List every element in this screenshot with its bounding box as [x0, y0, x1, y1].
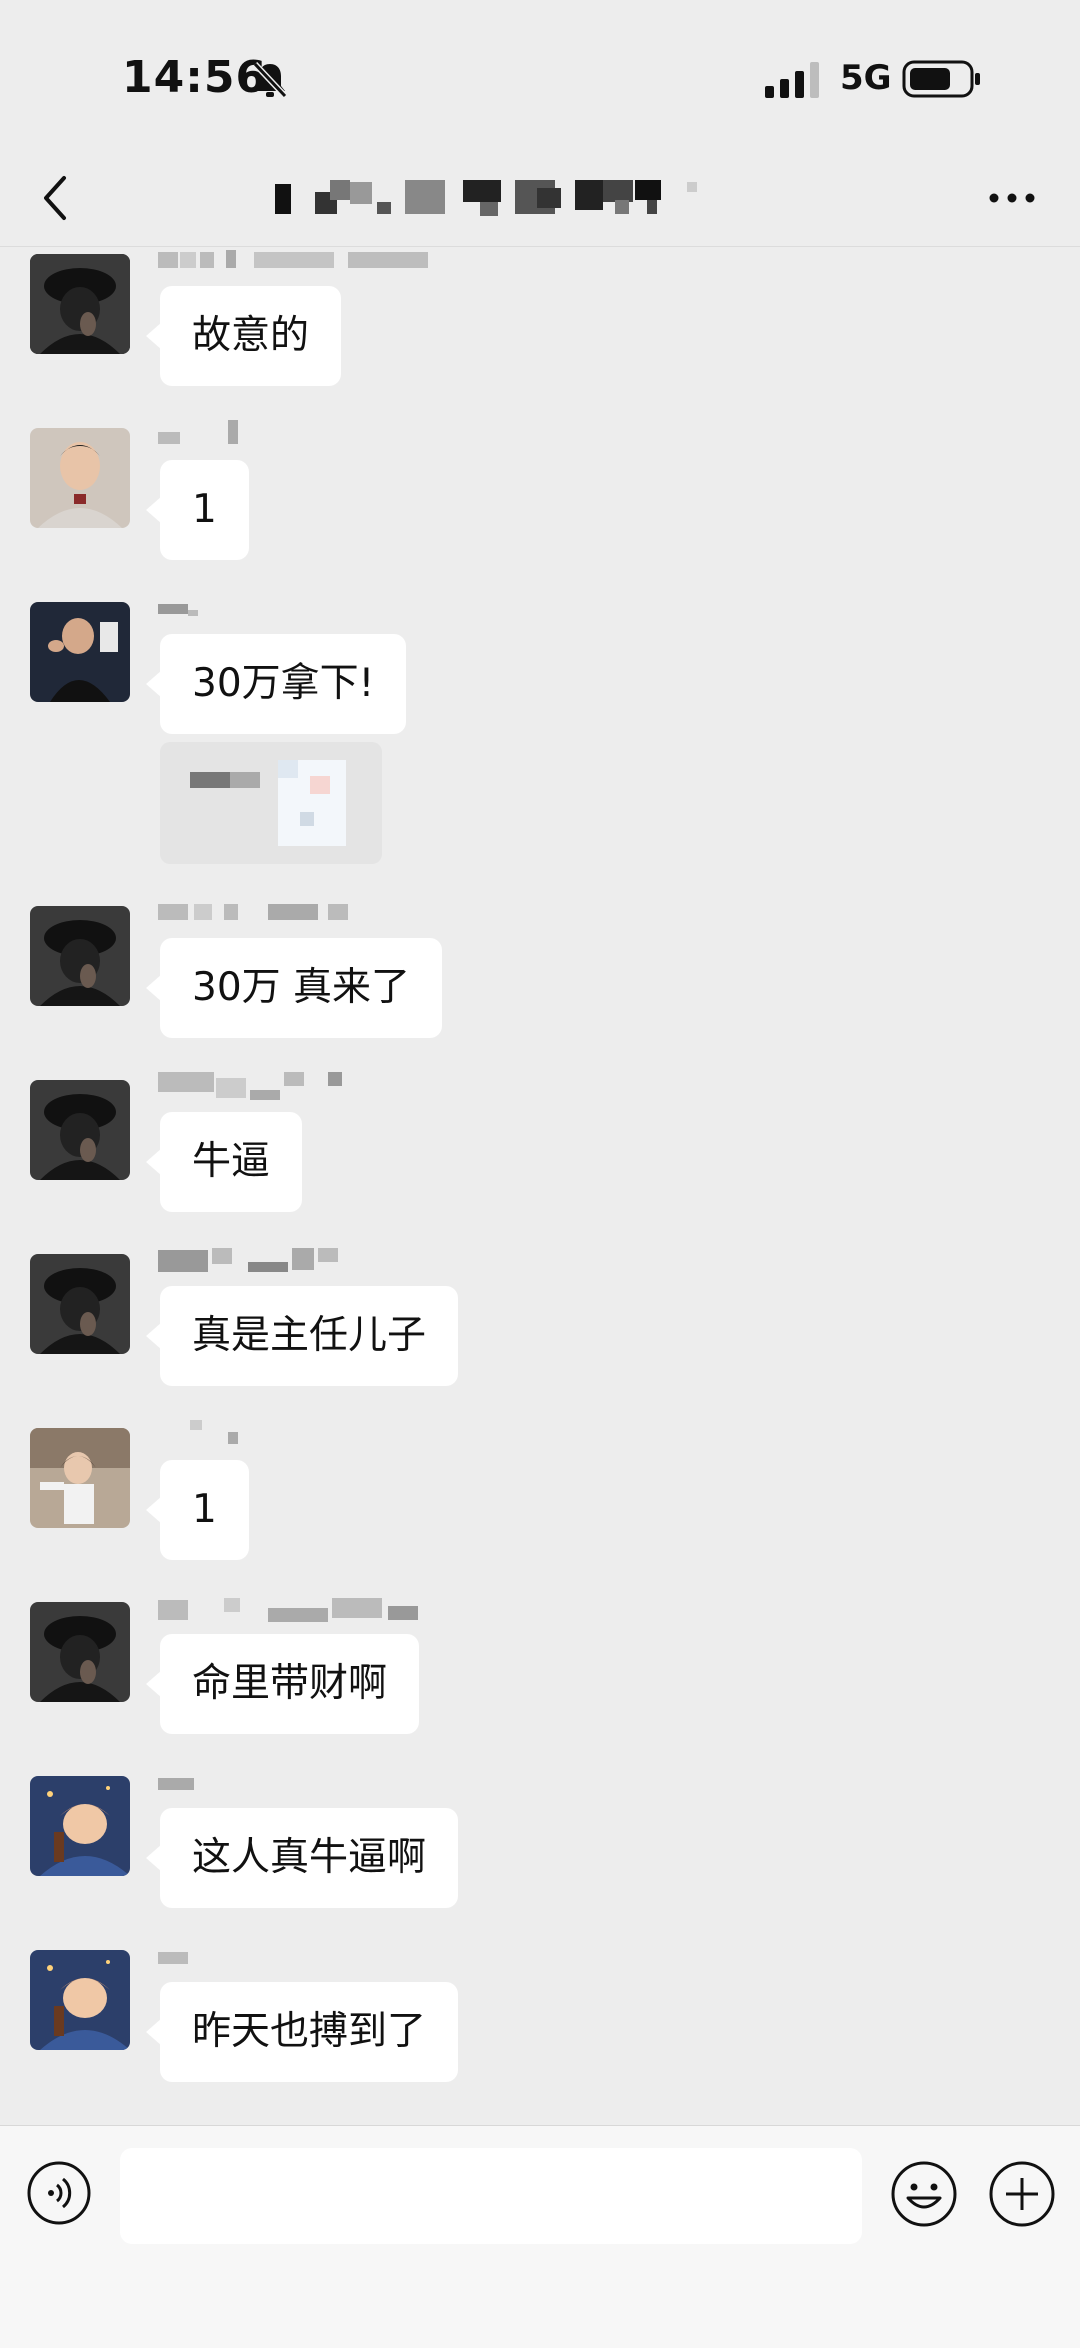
- avatar[interactable]: [30, 1428, 130, 1528]
- sender-name-pixelated: [190, 1420, 238, 1444]
- sender-name-pixelated: [158, 1248, 338, 1272]
- avatar[interactable]: [30, 906, 130, 1006]
- status-bar: 14:56 5G: [0, 0, 1080, 150]
- shared-card-pixelated[interactable]: [160, 742, 382, 864]
- message-bubble[interactable]: 1: [146, 460, 249, 560]
- message-bubble[interactable]: 这人真牛逼啊: [145, 1808, 459, 1908]
- battery-icon: [902, 60, 980, 98]
- signal-icon: [765, 62, 819, 98]
- status-time: 14:56: [122, 52, 268, 103]
- bell-off-icon: [252, 61, 288, 99]
- chat-title-pixelated: [275, 180, 697, 216]
- avatar[interactable]: [30, 1254, 130, 1354]
- avatar[interactable]: [30, 428, 130, 528]
- avatar[interactable]: [30, 1950, 130, 2050]
- message-bubble[interactable]: 真是主任儿子: [145, 1286, 459, 1386]
- sender-name-pixelated: [158, 1952, 188, 1964]
- message-bubble[interactable]: 命里带财啊: [145, 1634, 420, 1734]
- voice-icon[interactable]: [26, 2160, 92, 2226]
- avatar[interactable]: [30, 1602, 130, 1702]
- message-bubble[interactable]: 故意的: [145, 286, 342, 386]
- avatar[interactable]: [30, 602, 130, 702]
- message-input[interactable]: [120, 2148, 862, 2244]
- sender-name-pixelated: [158, 1778, 194, 1790]
- avatar[interactable]: [30, 1080, 130, 1180]
- input-bar: [0, 2125, 1080, 2348]
- chevron-left-icon[interactable]: [30, 170, 86, 226]
- plus-icon[interactable]: [988, 2160, 1056, 2228]
- avatar[interactable]: [30, 1776, 130, 1876]
- sender-name-pixelated: [158, 1072, 342, 1100]
- sender-name-pixelated: [158, 604, 198, 616]
- sender-name-pixelated: [158, 250, 428, 268]
- network-label: 5G: [840, 58, 892, 98]
- message-bubble[interactable]: 30万拿下!: [145, 634, 407, 734]
- message-bubble[interactable]: 牛逼: [145, 1112, 303, 1212]
- message-bubble[interactable]: 昨天也搏到了: [145, 1982, 459, 2082]
- sender-name-pixelated: [158, 1598, 418, 1622]
- sender-name-pixelated: [158, 420, 238, 444]
- chat-header: [0, 150, 1080, 247]
- message-bubble[interactable]: 30万 真来了: [145, 938, 443, 1038]
- sender-name-pixelated: [158, 904, 348, 920]
- more-dots-icon[interactable]: [984, 178, 1040, 218]
- avatar[interactable]: [30, 254, 130, 354]
- message-bubble[interactable]: 1: [146, 1460, 249, 1560]
- emoji-icon[interactable]: [890, 2160, 958, 2228]
